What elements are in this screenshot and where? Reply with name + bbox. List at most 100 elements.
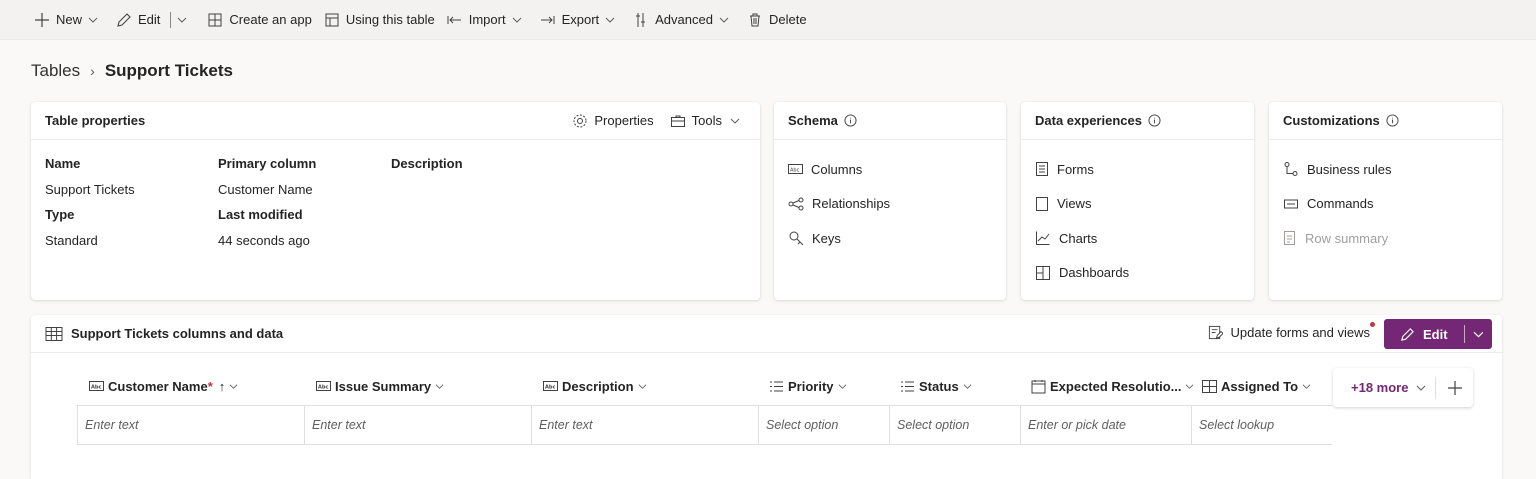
page-title: Support Tickets bbox=[104, 61, 233, 80]
edit-data-button[interactable]: Edit bbox=[1384, 327, 1464, 342]
card-title: Table properties bbox=[45, 113, 146, 128]
new-button[interactable]: New bbox=[28, 0, 110, 40]
advanced-button[interactable]: Advanced bbox=[627, 0, 741, 40]
add-column-button[interactable] bbox=[1436, 380, 1473, 396]
svg-text:Abc: Abc bbox=[790, 168, 800, 174]
advanced-label: Advanced bbox=[655, 12, 713, 27]
more-columns-control: +18 more bbox=[1333, 368, 1473, 407]
update-forms-views-label: Update forms and views bbox=[1230, 325, 1370, 340]
card-title: Customizations bbox=[1283, 113, 1380, 128]
chevron-right-icon: › bbox=[90, 63, 95, 79]
notification-dot bbox=[1370, 322, 1375, 327]
chevron-down-icon bbox=[512, 17, 521, 23]
business-rule-icon bbox=[1284, 162, 1298, 177]
data-exp-item-forms[interactable]: Forms bbox=[1021, 152, 1254, 187]
schema-item-label: Relationships bbox=[812, 196, 891, 212]
row-summary-icon bbox=[1284, 231, 1295, 246]
column-header-assigned-to[interactable]: Assigned To bbox=[1202, 372, 1315, 400]
type-value: Standard bbox=[45, 233, 98, 248]
create-app-label: Create an app bbox=[229, 12, 312, 27]
column-header-customer-name[interactable]: Abc Customer Name * ↑ bbox=[89, 372, 242, 400]
table-icon bbox=[45, 326, 63, 341]
edit-button[interactable]: Edit bbox=[110, 0, 166, 40]
column-header-label: Description bbox=[562, 378, 634, 394]
more-columns-button[interactable]: +18 more bbox=[1333, 380, 1435, 395]
data-exp-item-label: Views bbox=[1057, 196, 1092, 212]
tools-label: Tools bbox=[691, 113, 722, 128]
data-exp-item-label: Forms bbox=[1057, 161, 1094, 177]
custom-item-label: Commands bbox=[1307, 196, 1374, 212]
info-icon[interactable] bbox=[844, 114, 857, 127]
data-exp-item-charts[interactable]: Charts bbox=[1021, 221, 1254, 256]
edit-split-button: Edit bbox=[1384, 319, 1492, 349]
section-title: Support Tickets columns and data bbox=[71, 326, 284, 341]
key-icon bbox=[789, 231, 804, 246]
text-column-icon: Abc bbox=[89, 381, 104, 391]
update-forms-views-button[interactable]: Update forms and views bbox=[1208, 322, 1375, 340]
svg-text:Abc: Abc bbox=[91, 385, 101, 391]
column-header-issue-summary[interactable]: Abc Issue Summary bbox=[316, 372, 448, 400]
expected-resolution-datepicker[interactable]: Enter or pick date bbox=[1020, 406, 1191, 444]
create-app-button[interactable]: Create an app bbox=[201, 0, 317, 40]
edit-button-label: Edit bbox=[138, 12, 161, 27]
column-header-expected-resolution[interactable]: Expected Resolutio... bbox=[1031, 372, 1198, 400]
custom-item-commands[interactable]: Commands bbox=[1269, 187, 1502, 222]
issue-summary-input[interactable]: Enter text bbox=[304, 406, 531, 444]
gear-icon bbox=[573, 114, 587, 127]
using-table-button[interactable]: Using this table bbox=[318, 0, 441, 40]
dashboard-icon bbox=[1036, 265, 1050, 280]
chevron-down-icon bbox=[605, 17, 615, 23]
custom-item-row-summary[interactable]: Row summary bbox=[1269, 221, 1502, 256]
info-icon[interactable] bbox=[1386, 114, 1399, 127]
form-icon bbox=[1036, 162, 1048, 177]
description-input[interactable]: Enter text bbox=[531, 406, 758, 444]
trash-icon bbox=[749, 13, 760, 26]
export-button[interactable]: Export bbox=[534, 0, 628, 40]
column-header-description[interactable]: Abc Description bbox=[543, 372, 651, 400]
priority-select[interactable]: Select option bbox=[758, 406, 889, 444]
customer-name-input[interactable]: Enter text bbox=[77, 406, 304, 444]
choice-column-icon bbox=[901, 381, 914, 391]
svg-text:Abc: Abc bbox=[318, 385, 328, 391]
export-label: Export bbox=[561, 12, 600, 27]
custom-item-label: Row summary bbox=[1305, 230, 1389, 246]
svg-text:Abc: Abc bbox=[545, 385, 555, 391]
wrench-icon bbox=[636, 12, 646, 27]
tools-button[interactable]: Tools bbox=[670, 113, 746, 129]
import-button[interactable]: Import bbox=[441, 0, 534, 40]
properties-button[interactable]: Properties bbox=[572, 113, 654, 129]
assigned-to-lookup[interactable]: Select lookup bbox=[1191, 406, 1332, 444]
schema-item-keys[interactable]: Keys bbox=[774, 221, 1006, 256]
description-label: Description bbox=[391, 156, 463, 171]
app-grid-icon bbox=[208, 13, 222, 26]
column-header-label: Assigned To bbox=[1221, 378, 1299, 394]
chevron-down-icon bbox=[838, 383, 846, 389]
schema-item-relationships[interactable]: Relationships bbox=[774, 187, 1006, 222]
choice-column-icon bbox=[770, 381, 783, 391]
required-marker: * bbox=[207, 378, 213, 394]
schema-header: Schema bbox=[774, 102, 1006, 140]
schema-item-columns[interactable]: Abc Columns bbox=[774, 152, 1006, 187]
custom-item-business-rules[interactable]: Business rules bbox=[1269, 152, 1502, 187]
column-header-status[interactable]: Status bbox=[900, 372, 976, 400]
data-exp-item-views[interactable]: Views bbox=[1021, 187, 1254, 222]
new-record-row: Enter text Enter text Enter text Select … bbox=[77, 405, 1332, 445]
status-select[interactable]: Select option bbox=[889, 406, 1020, 444]
last-modified-value: 44 seconds ago bbox=[218, 233, 310, 248]
delete-button[interactable]: Delete bbox=[741, 0, 813, 40]
primary-column-value: Customer Name bbox=[218, 182, 313, 197]
name-value: Support Tickets bbox=[45, 182, 135, 197]
calendar-icon bbox=[1031, 379, 1046, 393]
data-exp-item-dashboards[interactable]: Dashboards bbox=[1021, 256, 1254, 291]
data-experiences-card: Data experiences Forms Views Charts Dash… bbox=[1021, 102, 1254, 300]
edit-dropdown-button[interactable] bbox=[175, 0, 201, 40]
delete-label: Delete bbox=[768, 12, 807, 27]
properties-label: Properties bbox=[594, 113, 654, 128]
edit-dropdown-button[interactable] bbox=[1465, 329, 1492, 340]
info-icon[interactable] bbox=[1148, 114, 1161, 127]
chevron-down-icon bbox=[1186, 383, 1194, 389]
chevron-down-icon bbox=[730, 118, 740, 124]
column-header-priority[interactable]: Priority bbox=[769, 372, 851, 400]
view-icon bbox=[1036, 196, 1048, 211]
breadcrumb-tables-link[interactable]: Tables bbox=[31, 61, 80, 81]
